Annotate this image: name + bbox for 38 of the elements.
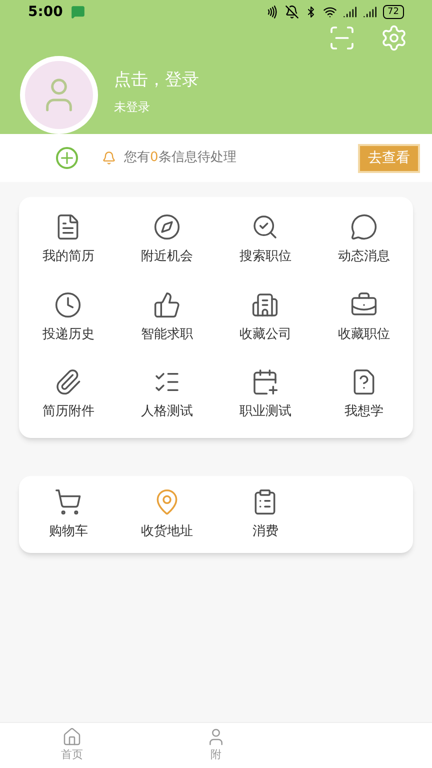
menu-item[interactable]: 消费	[216, 476, 314, 553]
menu-item[interactable]: 智能求职	[118, 278, 216, 356]
home-icon	[62, 727, 82, 748]
add-icon[interactable]	[56, 147, 78, 169]
menu-item[interactable]: 搜索职位	[216, 201, 314, 278]
cart-icon	[54, 488, 82, 516]
menu-item[interactable]: 附近机会	[118, 201, 216, 278]
menu-item[interactable]: 收藏职位	[314, 278, 413, 356]
paperclip-icon	[54, 368, 82, 396]
menu-item[interactable]: 投递历史	[19, 278, 118, 356]
settings-icon[interactable]	[380, 24, 408, 52]
chat-bubble-icon	[350, 213, 378, 241]
battery-level: 72	[382, 5, 404, 19]
menu-item[interactable]: 简历附件	[19, 356, 118, 434]
compass-icon	[152, 213, 181, 241]
thumbs-up-icon	[152, 290, 181, 318]
menu-item[interactable]: 我的简历	[19, 201, 118, 278]
menu-item[interactable]: 收藏公司	[216, 278, 314, 356]
menu-item[interactable]: 购物车	[19, 476, 118, 553]
bell-icon	[102, 151, 116, 165]
scan-icon[interactable]	[328, 24, 356, 52]
status-time: 5:00	[28, 2, 63, 22]
signal-icon	[362, 5, 377, 19]
wifi-icon	[322, 5, 337, 19]
login-status: 未登录	[114, 98, 151, 116]
notice-text: 您有0条信息待处理	[124, 149, 236, 168]
clock-icon	[54, 290, 82, 318]
menu-item[interactable]: 人格测试	[118, 356, 216, 434]
menu-item[interactable]: 动态消息	[314, 201, 413, 278]
search-icon	[251, 213, 280, 241]
calendar-icon	[251, 368, 280, 396]
menu-item[interactable]: 我想学	[314, 356, 413, 434]
signal-icon	[342, 5, 357, 19]
menu-item[interactable]: 收货地址	[118, 476, 216, 553]
building-icon	[251, 290, 280, 318]
menu-item[interactable]: 职业测试	[216, 356, 314, 434]
message-app-icon	[70, 5, 85, 19]
mute-icon	[284, 5, 299, 19]
